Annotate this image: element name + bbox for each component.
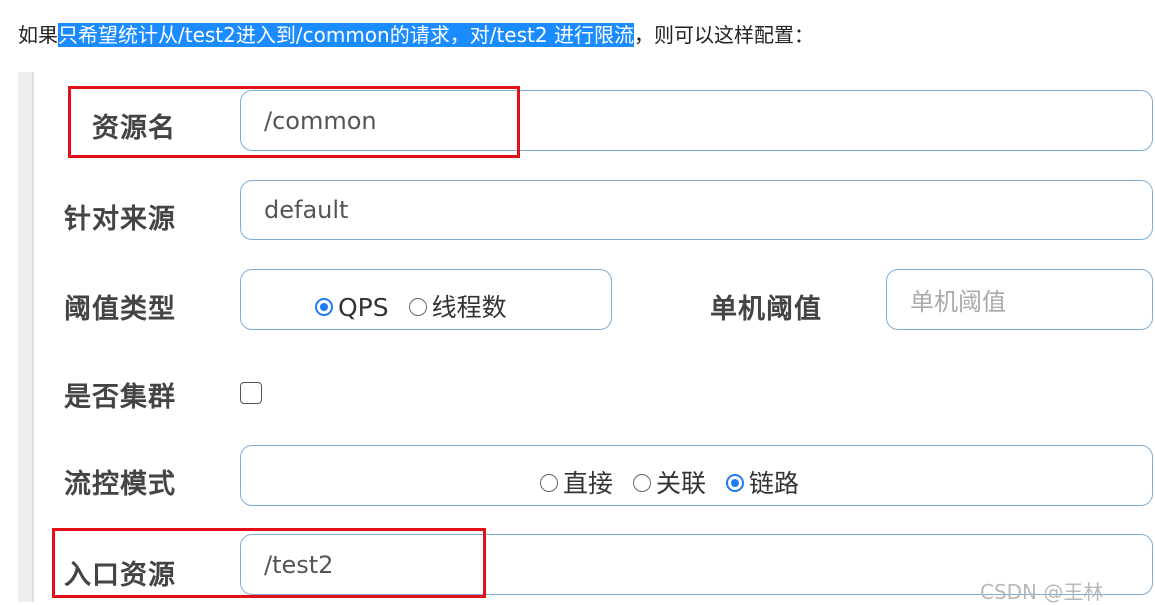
intro-prefix: 如果 (18, 23, 58, 47)
flow-mode-label: 流控模式 (64, 469, 176, 500)
radio-label-direct: 直接 (563, 469, 614, 498)
quote-bar (18, 72, 34, 602)
flow-mode-radios: 直接 关联 链路 (540, 464, 811, 500)
radio-checked-icon[interactable] (725, 474, 744, 492)
radio-label-qps: QPS (338, 293, 389, 322)
cluster-checkbox[interactable] (240, 382, 262, 404)
single-threshold-label: 单机阈值 (710, 294, 822, 325)
cluster-label: 是否集群 (64, 382, 176, 413)
radio-checked-icon[interactable] (315, 298, 333, 316)
radio-label-chain: 链路 (748, 469, 799, 498)
radio-unchecked-icon[interactable] (540, 474, 558, 492)
radio-unchecked-icon[interactable] (408, 298, 427, 316)
radio-option-qps[interactable]: QPS (315, 293, 389, 322)
radio-unchecked-icon[interactable] (632, 474, 651, 492)
radio-label-relate: 关联 (655, 469, 706, 498)
radio-label-thread: 线程数 (431, 293, 507, 322)
radio-option-direct[interactable]: 直接 (540, 469, 613, 498)
annotation-box-entry (52, 528, 486, 598)
limit-app-input[interactable]: default (240, 180, 1153, 240)
threshold-type-radios: QPS 线程数 (315, 288, 519, 324)
radio-option-thread[interactable]: 线程数 (408, 293, 507, 322)
threshold-type-label: 阈值类型 (64, 294, 176, 325)
watermark: CSDN @王林 (980, 580, 1104, 604)
intro-suffix: ，则可以这样配置： (633, 23, 814, 47)
radio-option-chain[interactable]: 链路 (725, 469, 799, 498)
radio-option-relate[interactable]: 关联 (632, 469, 706, 498)
limit-app-label: 针对来源 (64, 204, 176, 235)
intro-text: 如果只希望统计从/test2进入到/common的请求，对/test2 进行限流… (18, 20, 814, 50)
annotation-box-resource (68, 86, 520, 158)
intro-highlight: 只希望统计从/test2进入到/common的请求，对/test2 进行限流 (58, 23, 634, 47)
single-threshold-input[interactable]: 单机阈值 (886, 269, 1153, 330)
